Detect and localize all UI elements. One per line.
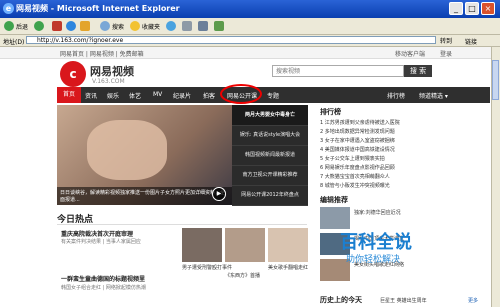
featured-item[interactable]: 韩国视频新闻最新报道	[232, 145, 308, 166]
rec-title: 编辑推荐	[320, 196, 348, 204]
rank-item[interactable]: 8 城管与小贩发生冲突视频曝光	[320, 182, 390, 189]
search-input[interactable]	[273, 66, 369, 76]
hot-news-sub[interactable]: 有关案件判决结果 | 当事人家属回应	[61, 238, 141, 245]
nav-item-mv[interactable]: MV	[153, 91, 162, 98]
watermark-subtitle: 助你轻松解决	[346, 255, 401, 265]
hot-thumbnail[interactable]	[225, 228, 265, 262]
nav-item-documentary[interactable]: 纪录片	[173, 91, 191, 100]
hot-thumb-caption[interactable]: 男子遭受刑警殴打事件	[182, 264, 232, 271]
today-hot-section: 今日热点 重庆高院裁决首次开庭审理 有关案件判决结果 | 当事人家属回应 一群蛮…	[57, 212, 308, 307]
stop-icon[interactable]	[52, 21, 62, 31]
scrollbar-thumb[interactable]	[492, 60, 499, 100]
rank-item[interactable]: 3 女子在家中遭遇入室盗窃被捆绑	[320, 137, 395, 144]
close-button[interactable]: ×	[481, 2, 495, 15]
refresh-icon[interactable]	[66, 21, 76, 31]
search-button[interactable]: 搜 索	[404, 65, 432, 77]
section-divider	[57, 224, 307, 225]
channel-nav: 首页 资讯 娱乐 体艺 MV 纪录片 拍客 网易公开课 专题 排行榜 频道精选 …	[57, 87, 490, 103]
play-icon[interactable]: ▶	[212, 187, 226, 201]
highlight-circle	[220, 84, 262, 104]
minimize-button[interactable]: _	[449, 2, 463, 15]
nav-item-home[interactable]: 首页	[57, 87, 82, 103]
rec-thumbnail[interactable]	[320, 207, 350, 229]
address-input[interactable]: http://v.163.com/?ignoer.eve	[26, 36, 436, 44]
nav-item-channels[interactable]: 频道精选 ▾	[419, 91, 448, 100]
watermark-title: 百科全说	[340, 232, 412, 253]
address-bar: 地址(D) http://v.163.com/?ignoer.eve 转到 链接	[0, 35, 500, 47]
featured-item[interactable]: 南方卫视公开课精彩推荐	[232, 165, 308, 186]
edit-icon[interactable]	[214, 21, 224, 31]
go-button[interactable]: 转到	[440, 36, 452, 45]
print-icon[interactable]	[198, 21, 208, 31]
main-video-player[interactable]: 日日谈峡谷，解读精彩视频独家推送一份图片子女方照片更加详细资料，全面报道... …	[57, 105, 232, 205]
history-icon[interactable]	[166, 21, 176, 31]
address-label: 地址(D)	[3, 39, 25, 46]
nav-item-ent[interactable]: 娱乐	[107, 91, 119, 100]
mail-icon[interactable]	[182, 21, 192, 31]
rank-item[interactable]: 1 江苏男孩遭到父亲虐待被送入医院	[320, 119, 400, 126]
ie-toolbar: 后退 搜索 收藏夹	[0, 18, 500, 35]
rec-item[interactable]: 独家:刘德华回应近况	[354, 209, 401, 216]
hot-news-sub[interactable]: 韩国女子组合走红 | 网络掀起模仿热潮	[61, 284, 146, 291]
back-label[interactable]: 后退	[16, 22, 28, 31]
nav-item-topics[interactable]: 专题	[267, 91, 279, 100]
login-link[interactable]: 登录	[440, 49, 452, 58]
home-icon[interactable]	[80, 21, 90, 31]
history-title: 历史上的今天	[320, 296, 362, 304]
hot-news-title[interactable]: 重庆高院裁决首次开庭审理	[61, 229, 133, 238]
rank-item[interactable]: 4 美国媒体报道中国高铁建设情况	[320, 146, 395, 153]
window-title: 网易视频 - Microsoft Internet Explorer	[16, 4, 180, 13]
nav-item-paike[interactable]: 拍客	[203, 91, 215, 100]
site-top-nav: 网易首页 | 网易视频 | 免费邮箱 移动客户端 登录	[0, 47, 500, 59]
history-more-link[interactable]: 更多	[468, 297, 478, 304]
rank-item[interactable]: 2 多地出现数据异常检测发现问题	[320, 128, 395, 135]
hot-thumb-caption[interactable]: 《东西方》首播	[225, 272, 260, 279]
maximize-button[interactable]: □	[465, 2, 479, 15]
video-still-image	[87, 120, 167, 180]
logo-badge-icon: c	[60, 61, 86, 87]
mobile-client-link[interactable]: 移动客户端	[395, 49, 425, 58]
search-label[interactable]: 搜索	[112, 22, 124, 31]
video-caption: 日日谈峡谷，解读精彩视频独家推送一份图片子女方照片更加详细资料，全面报道...	[57, 187, 232, 205]
logo-name: 网易视频	[90, 65, 134, 78]
rank-title: 排行榜	[320, 108, 341, 116]
nav-item-ranking[interactable]: 排行榜	[387, 91, 405, 100]
site-logo[interactable]: c 网易视频 V.163.COM	[60, 59, 180, 89]
ie-logo-icon: e	[3, 3, 14, 14]
back-icon[interactable]	[4, 21, 14, 31]
history-text[interactable]: 巨星王 英雄出生周年	[380, 297, 427, 304]
watermark-logo: 百科全说 助你轻松解决	[340, 228, 460, 268]
nav-item-news[interactable]: 资讯	[85, 91, 97, 100]
favorites-icon[interactable]	[130, 21, 140, 31]
search-icon[interactable]	[100, 21, 110, 31]
forward-icon[interactable]	[34, 21, 44, 31]
web-page: 网易首页 | 网易视频 | 免费邮箱 移动客户端 登录 c 网易视频 V.163…	[0, 47, 500, 307]
top-nav-links[interactable]: 网易首页 | 网易视频 | 免费邮箱	[60, 49, 144, 58]
featured-item[interactable]: 两月大男婴女中毒身亡	[232, 105, 308, 126]
links-button[interactable]: 链接	[465, 37, 477, 46]
featured-side-list: 两月大男婴女中毒身亡 娱乐: 真话说style演唱大会 韩国视频新闻最新报道 南…	[232, 105, 308, 206]
hot-thumbnail[interactable]	[268, 228, 308, 262]
window-title-bar: e 网易视频 - Microsoft Internet Explorer _ □…	[0, 0, 500, 18]
rank-item[interactable]: 6 网易娱乐年度盘点影视作品回顾	[320, 164, 395, 171]
featured-item[interactable]: 网易公开课2012年终盘点	[232, 185, 308, 206]
hot-thumb-caption[interactable]: 美女歌手翻唱走红	[268, 264, 308, 271]
rank-item[interactable]: 5 女子公交车上遭到猥亵实拍	[320, 155, 385, 162]
rank-item[interactable]: 7 大熊猫宝宝首次亮相萌翻众人	[320, 173, 390, 180]
right-column: 排行榜 1 江苏男孩遭到父亲虐待被送入医院 2 多地出现数据异常检测发现问题 3…	[318, 105, 490, 307]
nav-item-sports[interactable]: 体艺	[129, 91, 141, 100]
search-box[interactable]	[272, 65, 404, 77]
logo-url: V.163.COM	[92, 78, 125, 85]
featured-item[interactable]: 娱乐: 真话说style演唱大会	[232, 125, 308, 146]
hot-thumbnail[interactable]	[182, 228, 222, 262]
hot-news-title[interactable]: 一群蛮生童曲德国的标题视频里	[61, 274, 145, 283]
favorites-label[interactable]: 收藏夹	[142, 22, 160, 31]
